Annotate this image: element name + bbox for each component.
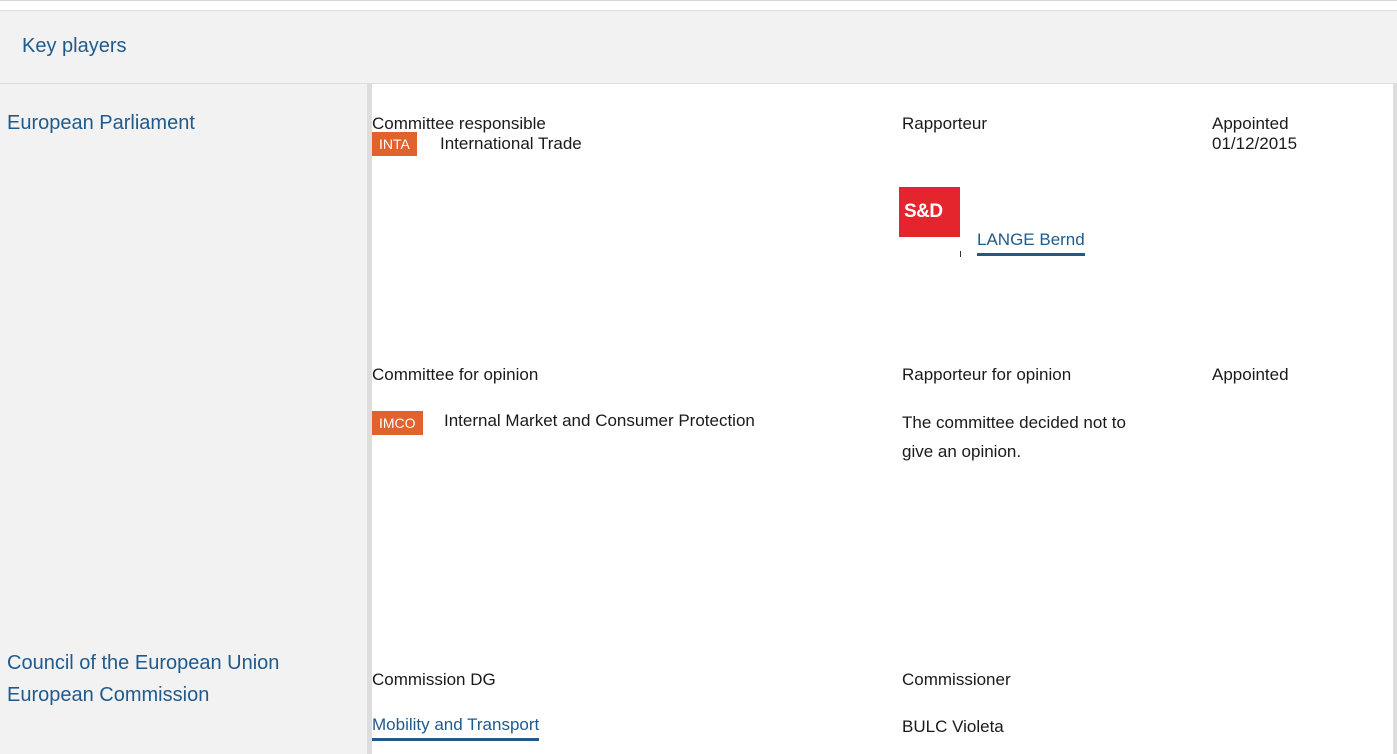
header-appointed-opinion: Appointed — [1212, 365, 1289, 384]
header-rapporteur: Rapporteur — [902, 114, 988, 133]
institution-council: Council of the European Union — [7, 652, 280, 674]
committee-name-imco: Internal Market and Consumer Protection — [444, 411, 755, 430]
dg-link-mobility-transport[interactable]: Mobility and Transport — [372, 713, 540, 741]
section-title: Key players — [22, 35, 127, 57]
committee-badge-imco: IMCO — [372, 411, 423, 435]
header-commissioner: Commissioner — [902, 670, 1011, 689]
appointed-date: 01/12/2015 — [1212, 134, 1298, 153]
header-commission-dg: Commission DG — [372, 670, 496, 689]
key-players-panel: Key players European Parliament Council … — [0, 0, 1397, 754]
commissioner-name: BULC Violeta — [902, 717, 1004, 736]
sd-logo-text: S&D — [904, 201, 943, 222]
institution-commission: European Commission — [7, 684, 210, 706]
section-header: Key players — [0, 10, 1397, 84]
logo-tick-mark — [960, 251, 961, 257]
institutions-column: European Parliament Council of the Europ… — [0, 84, 367, 754]
committee-badge-inta: INTA — [372, 132, 417, 156]
header-committee-for-opinion: Committee for opinion — [372, 365, 539, 384]
institution-european-parliament: European Parliament — [7, 112, 195, 134]
opinion-note-line2: give an opinion. — [902, 442, 1022, 461]
rapporteur-link-lange-bernd[interactable]: LANGE Bernd — [977, 228, 1085, 256]
committee-name-inta: International Trade — [440, 134, 582, 153]
opinion-note-line1: The committee decided not to — [902, 413, 1126, 432]
sd-group-logo: S&D — [899, 187, 960, 237]
right-edge-divider — [1393, 84, 1397, 754]
header-rapporteur-for-opinion: Rapporteur for opinion — [902, 365, 1072, 384]
